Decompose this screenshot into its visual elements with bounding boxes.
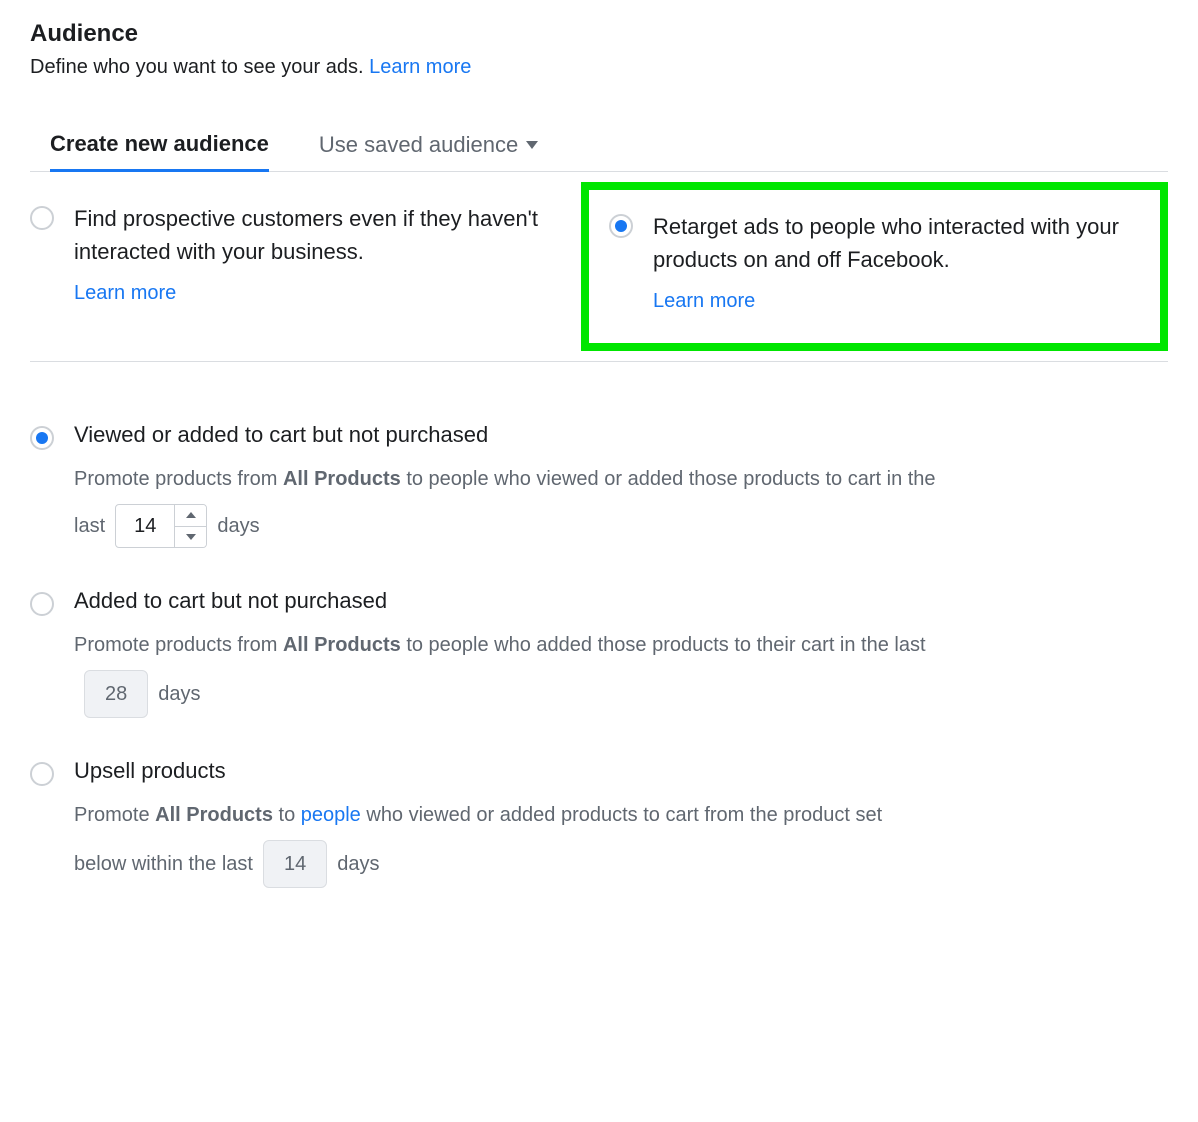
people-link[interactable]: people [301, 804, 361, 826]
desc-after: to people who viewed or added those prod… [401, 468, 936, 490]
triangle-down-icon [186, 534, 196, 540]
tab-use-saved-audience[interactable]: Use saved audience [319, 119, 538, 171]
days-readonly: 28 [84, 670, 148, 718]
radio-added-not-purchased[interactable] [30, 592, 54, 616]
prospective-text: Find prospective customers even if they … [74, 202, 561, 331]
viewed-or-added-desc: Promote products from All Products to pe… [74, 462, 1168, 548]
prospective-desc: Find prospective customers even if they … [74, 202, 561, 268]
desc-before-3: Promote [74, 804, 155, 826]
desc-after-3: who viewed or added products to cart fro… [361, 804, 882, 826]
option-retarget[interactable]: Retarget ads to people who interacted wi… [581, 182, 1168, 351]
days-spinner [174, 505, 206, 547]
retarget-desc: Retarget ads to people who interacted wi… [653, 210, 1140, 276]
upsell-title: Upsell products [74, 758, 1168, 784]
learn-more-link[interactable]: Learn more [369, 56, 471, 78]
audience-section: Audience Define who you want to see your… [30, 20, 1168, 888]
option-added-not-purchased[interactable]: Added to cart but not purchased Promote … [30, 588, 1168, 718]
retarget-learn-more[interactable]: Learn more [653, 290, 1140, 313]
desc-bold-2: All Products [283, 634, 401, 656]
days-readonly-2: 14 [263, 840, 327, 888]
option-upsell[interactable]: Upsell products Promote All Products to … [30, 758, 1168, 888]
days-label-3: days [337, 847, 379, 881]
desc-mid-3: to [273, 804, 301, 826]
upsell-days-row: below within the last 14 days [74, 840, 1168, 888]
days-label: days [217, 509, 259, 543]
radio-retarget[interactable] [609, 214, 633, 238]
days-stepper[interactable]: 14 [115, 504, 207, 548]
audience-type-options: Find prospective customers even if they … [30, 172, 1168, 362]
retarget-text: Retarget ads to people who interacted wi… [653, 210, 1140, 313]
days-label-2: days [158, 677, 200, 711]
below-label: below within the last [74, 847, 253, 881]
option-find-prospective[interactable]: Find prospective customers even if they … [30, 202, 581, 331]
radio-prospective[interactable] [30, 206, 54, 230]
caret-down-icon [526, 141, 538, 149]
subtitle-text: Define who you want to see your ads. [30, 56, 364, 78]
upsell-content: Upsell products Promote All Products to … [74, 758, 1168, 888]
added-not-purchased-desc: Promote products from All Products to pe… [74, 628, 1168, 718]
days-stepper-container: 14 [115, 504, 207, 548]
viewed-days-row: last 14 days [74, 504, 1168, 548]
last-label: last [74, 509, 105, 543]
tab-create-new-audience[interactable]: Create new audience [50, 119, 269, 172]
tab-use-saved-label: Use saved audience [319, 132, 518, 158]
audience-tabs: Create new audience Use saved audience [30, 119, 1168, 172]
triangle-up-icon [186, 512, 196, 518]
desc-before: Promote products from [74, 468, 283, 490]
radio-viewed-or-added[interactable] [30, 426, 54, 450]
days-value[interactable]: 14 [116, 505, 174, 547]
prospective-learn-more[interactable]: Learn more [74, 282, 561, 305]
viewed-or-added-content: Viewed or added to cart but not purchase… [74, 422, 1168, 548]
upsell-desc: Promote All Products to people who viewe… [74, 798, 1168, 888]
section-title: Audience [30, 20, 1168, 48]
tab-create-new-label: Create new audience [50, 131, 269, 157]
retarget-options-list: Viewed or added to cart but not purchase… [30, 362, 1168, 888]
option-viewed-or-added[interactable]: Viewed or added to cart but not purchase… [30, 422, 1168, 548]
added-not-purchased-content: Added to cart but not purchased Promote … [74, 588, 1168, 718]
radio-upsell[interactable] [30, 762, 54, 786]
spinner-up-button[interactable] [175, 505, 206, 527]
added-days-row: 28 days [74, 670, 1168, 718]
spinner-down-button[interactable] [175, 527, 206, 548]
desc-bold-3: All Products [155, 804, 273, 826]
section-subtitle: Define who you want to see your ads. Lea… [30, 56, 1168, 79]
viewed-or-added-title: Viewed or added to cart but not purchase… [74, 422, 1168, 448]
added-not-purchased-title: Added to cart but not purchased [74, 588, 1168, 614]
desc-before-2: Promote products from [74, 634, 283, 656]
desc-after-2: to people who added those products to th… [401, 634, 926, 656]
desc-bold: All Products [283, 468, 401, 490]
